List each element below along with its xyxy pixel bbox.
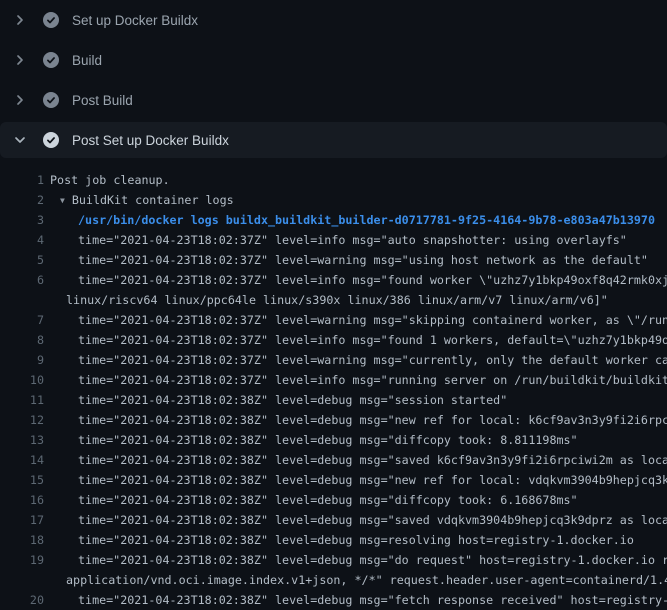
line-number[interactable]: 13 bbox=[0, 430, 44, 450]
step-row-post-build[interactable]: Post Build bbox=[0, 80, 667, 120]
steps-list: Set up Docker Buildx Build Post Build Post … bbox=[0, 0, 667, 158]
line-content: time="2021-04-23T18:02:38Z" level=debug … bbox=[78, 510, 667, 530]
line-content: time="2021-04-23T18:02:38Z" level=debug … bbox=[78, 550, 667, 570]
job-log-panel: Set up Docker Buildx Build Post Build Post … bbox=[0, 0, 667, 610]
line-content: time="2021-04-23T18:02:38Z" level=debug … bbox=[78, 410, 667, 430]
line-content: time="2021-04-23T18:02:38Z" level=debug … bbox=[78, 390, 507, 410]
line-number[interactable]: 20 bbox=[0, 590, 44, 610]
group-title: BuildKit container logs bbox=[72, 193, 234, 207]
line-content: /usr/bin/docker logs buildx_buildkit_bui… bbox=[78, 210, 655, 230]
line-number[interactable]: 6 bbox=[0, 270, 44, 290]
line-content: time="2021-04-23T18:02:38Z" level=debug … bbox=[78, 590, 667, 610]
step-label: Build bbox=[72, 53, 102, 68]
line-number[interactable]: 11 bbox=[0, 390, 44, 410]
log-row: 4 time="2021-04-23T18:02:37Z" level=info … bbox=[0, 230, 667, 250]
log-row: 19 time="2021-04-23T18:02:38Z" level=debu… bbox=[0, 550, 667, 570]
line-number[interactable]: 1 bbox=[0, 170, 44, 190]
line-content: time="2021-04-23T18:02:37Z" level=info m… bbox=[78, 330, 667, 350]
chevron-right-icon bbox=[12, 52, 28, 68]
line-number[interactable]: 4 bbox=[0, 230, 44, 250]
log-row: 10 time="2021-04-23T18:02:37Z" level=info… bbox=[0, 370, 667, 390]
log-row: application/vnd.oci.image.index.v1+json,… bbox=[0, 570, 667, 590]
step-label: Post Build bbox=[72, 93, 133, 108]
log-row: 20 time="2021-04-23T18:02:38Z" level=debu… bbox=[0, 590, 667, 610]
check-circle-icon bbox=[43, 12, 59, 28]
step-label: Set up Docker Buildx bbox=[72, 13, 198, 28]
line-content: ▼ BuildKit container logs bbox=[60, 190, 234, 210]
line-content: Post job cleanup. bbox=[50, 170, 170, 190]
log-row: 11 time="2021-04-23T18:02:38Z" level=debu… bbox=[0, 390, 667, 410]
step-row-post-set-up-docker-buildx[interactable]: Post Set up Docker Buildx bbox=[0, 122, 667, 158]
step-label: Post Set up Docker Buildx bbox=[72, 133, 229, 148]
line-content: application/vnd.oci.image.index.v1+json,… bbox=[66, 570, 667, 590]
log-row: 6 time="2021-04-23T18:02:37Z" level=info … bbox=[0, 270, 667, 290]
log-lines: 1 Post job cleanup. 2 ▼ BuildKit container l… bbox=[0, 160, 667, 610]
log-row: 9 time="2021-04-23T18:02:37Z" level=warni… bbox=[0, 350, 667, 370]
line-number[interactable] bbox=[0, 570, 44, 590]
line-number[interactable]: 15 bbox=[0, 470, 44, 490]
log-row: 17 time="2021-04-23T18:02:38Z" level=debu… bbox=[0, 510, 667, 530]
line-number[interactable]: 2 bbox=[0, 190, 44, 210]
line-number[interactable]: 17 bbox=[0, 510, 44, 530]
chevron-right-icon bbox=[12, 12, 28, 28]
line-content: time="2021-04-23T18:02:38Z" level=debug … bbox=[78, 530, 634, 550]
log-row: 7 time="2021-04-23T18:02:37Z" level=warni… bbox=[0, 310, 667, 330]
line-number[interactable]: 3 bbox=[0, 210, 44, 230]
line-number[interactable]: 5 bbox=[0, 250, 44, 270]
line-number[interactable]: 8 bbox=[0, 330, 44, 350]
line-content: time="2021-04-23T18:02:37Z" level=warnin… bbox=[78, 310, 667, 330]
log-row: 13 time="2021-04-23T18:02:38Z" level=debu… bbox=[0, 430, 667, 450]
log-row: 18 time="2021-04-23T18:02:38Z" level=debu… bbox=[0, 530, 667, 550]
line-number[interactable]: 14 bbox=[0, 450, 44, 470]
log-row: 2 ▼ BuildKit container logs bbox=[0, 190, 667, 210]
line-content: linux/riscv64 linux/ppc64le linux/s390x … bbox=[66, 290, 608, 310]
line-content: time="2021-04-23T18:02:38Z" level=debug … bbox=[78, 470, 667, 490]
line-content: time="2021-04-23T18:02:38Z" level=debug … bbox=[78, 430, 578, 450]
log-row: 3/usr/bin/docker logs buildx_buildkit_bu… bbox=[0, 210, 667, 230]
line-number[interactable]: 10 bbox=[0, 370, 44, 390]
line-number[interactable]: 16 bbox=[0, 490, 44, 510]
log-row: 14 time="2021-04-23T18:02:38Z" level=debu… bbox=[0, 450, 667, 470]
line-number[interactable]: 18 bbox=[0, 530, 44, 550]
step-row-set-up-docker-buildx[interactable]: Set up Docker Buildx bbox=[0, 0, 667, 40]
step-row-build[interactable]: Build bbox=[0, 40, 667, 80]
line-number[interactable]: 12 bbox=[0, 410, 44, 430]
line-content: time="2021-04-23T18:02:37Z" level=info m… bbox=[78, 230, 627, 250]
log-row: 12 time="2021-04-23T18:02:38Z" level=debu… bbox=[0, 410, 667, 430]
log-row: 15 time="2021-04-23T18:02:38Z" level=debu… bbox=[0, 470, 667, 490]
log-row: 16 time="2021-04-23T18:02:38Z" level=debu… bbox=[0, 490, 667, 510]
log-row: 5 time="2021-04-23T18:02:37Z" level=warni… bbox=[0, 250, 667, 270]
line-number[interactable]: 7 bbox=[0, 310, 44, 330]
line-content: time="2021-04-23T18:02:37Z" level=info m… bbox=[78, 370, 667, 390]
line-content: time="2021-04-23T18:02:37Z" level=info m… bbox=[78, 270, 667, 290]
log-row: linux/riscv64 linux/ppc64le linux/s390x … bbox=[0, 290, 667, 310]
log-row: 8 time="2021-04-23T18:02:37Z" level=info … bbox=[0, 330, 667, 350]
chevron-down-icon bbox=[12, 132, 28, 148]
check-circle-icon bbox=[43, 52, 59, 68]
check-circle-icon bbox=[43, 132, 59, 148]
check-circle-icon bbox=[43, 92, 59, 108]
triangle-down-icon[interactable]: ▼ bbox=[60, 191, 65, 211]
line-content: time="2021-04-23T18:02:38Z" level=debug … bbox=[78, 490, 578, 510]
line-content: time="2021-04-23T18:02:38Z" level=debug … bbox=[78, 450, 667, 470]
line-content: time="2021-04-23T18:02:37Z" level=warnin… bbox=[78, 350, 667, 370]
line-number[interactable]: 19 bbox=[0, 550, 44, 570]
chevron-right-icon bbox=[12, 92, 28, 108]
log-row: 1 Post job cleanup. bbox=[0, 170, 667, 190]
line-number[interactable] bbox=[0, 290, 44, 310]
line-content: time="2021-04-23T18:02:37Z" level=warnin… bbox=[78, 250, 648, 270]
line-number[interactable]: 9 bbox=[0, 350, 44, 370]
